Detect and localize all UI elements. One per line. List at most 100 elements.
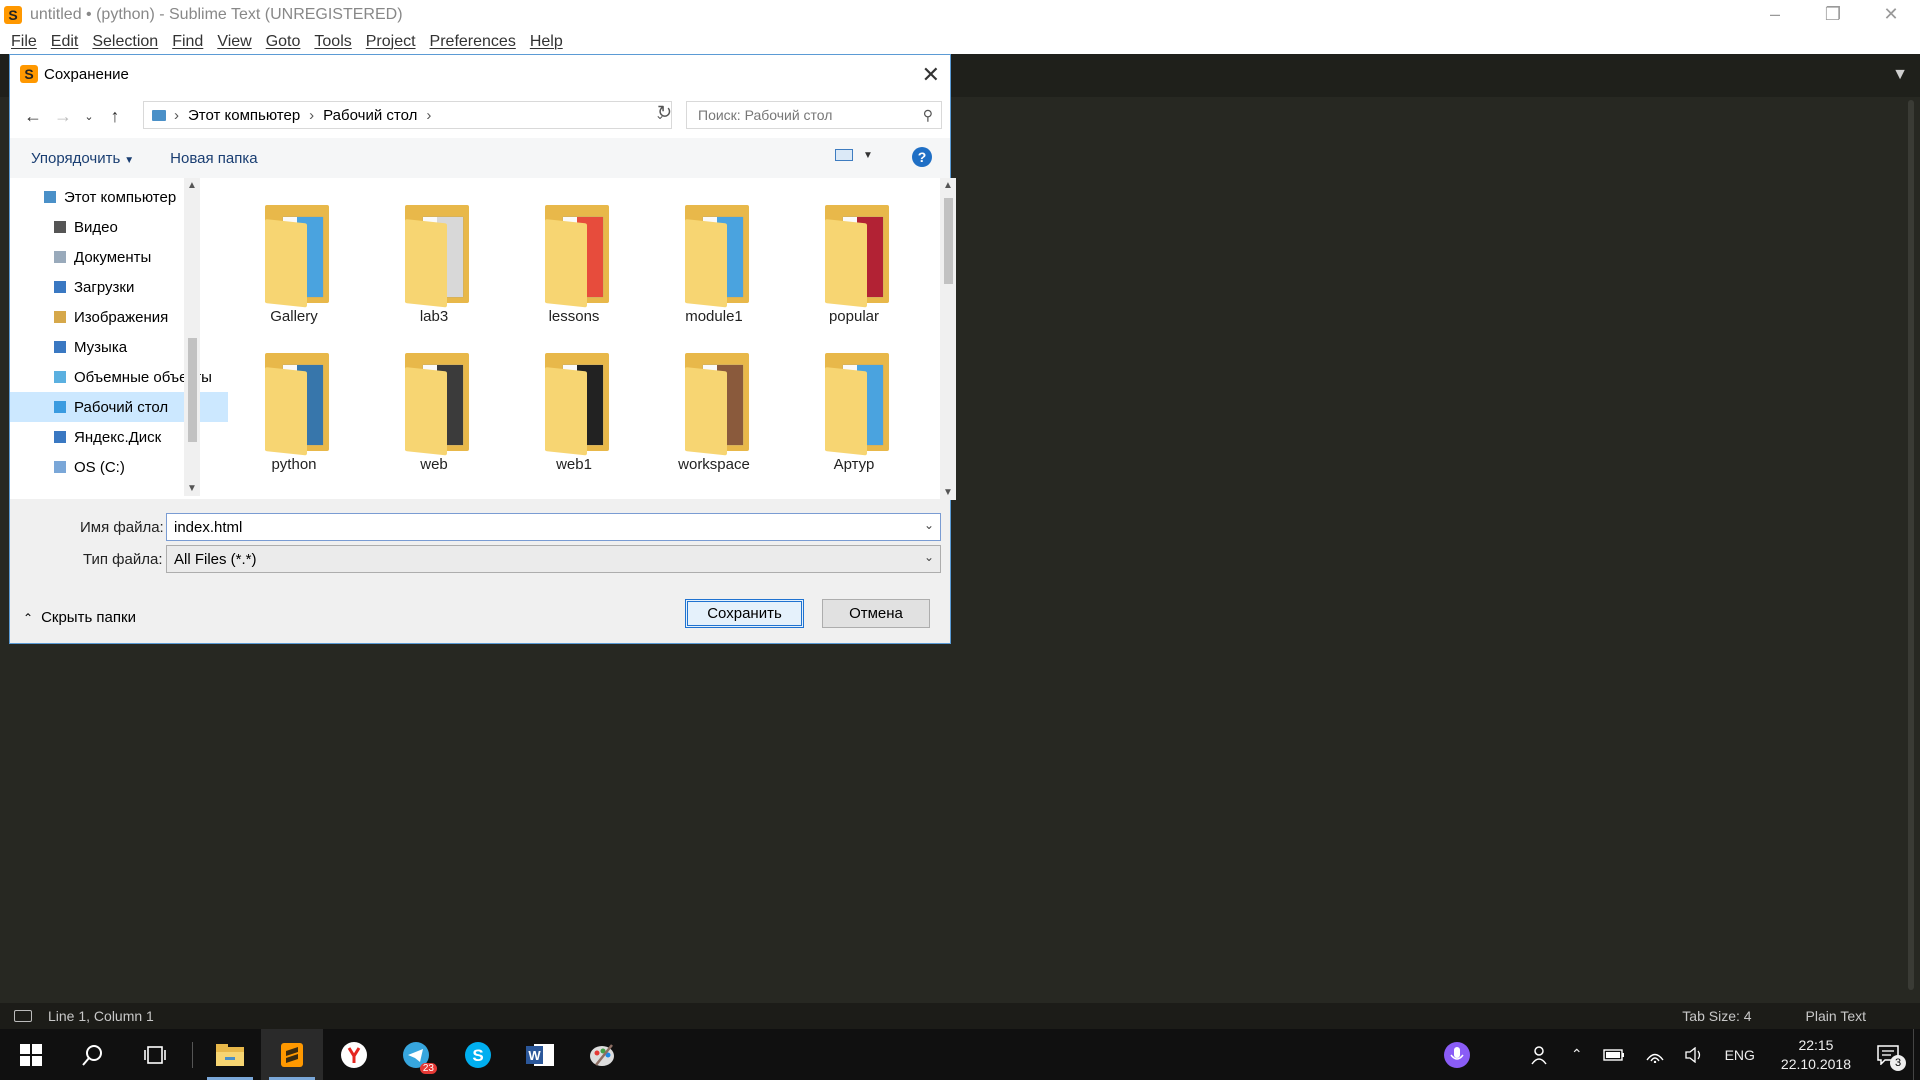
show-hidden-icons-button[interactable]: ⌃ <box>1571 1046 1583 1063</box>
folder-icon <box>405 353 469 456</box>
chevron-down-icon[interactable]: ⌄ <box>924 550 934 564</box>
save-button[interactable]: Сохранить <box>685 599 804 628</box>
breadcrumb-separator-icon[interactable]: › <box>309 107 314 124</box>
minimize-button[interactable]: – <box>1746 0 1804 29</box>
breadcrumb-desktop[interactable]: Рабочий стол <box>323 107 417 124</box>
cortana-mic-button[interactable] <box>1443 1041 1471 1069</box>
menu-edit[interactable]: Edit <box>51 33 79 51</box>
filetype-select[interactable]: All Files (*.*) ⌄ <box>166 545 941 573</box>
wifi-indicator[interactable] <box>1645 1047 1665 1063</box>
chevron-down-icon[interactable]: ⌄ <box>924 518 934 532</box>
sublime-text-button[interactable] <box>261 1029 323 1080</box>
address-bar[interactable]: › Этот компьютер › Рабочий стол › ⌄ <box>143 101 672 129</box>
skype-button[interactable]: S <box>447 1029 509 1080</box>
battery-indicator[interactable] <box>1602 1048 1625 1061</box>
folder-item[interactable]: lab3 <box>368 185 500 331</box>
nav-item-label: Видео <box>74 218 118 236</box>
folder-item[interactable]: lessons <box>508 185 640 331</box>
save-dialog: S Сохранение ✕ ← → ⌄ ↑ › Этот компьютер … <box>9 54 956 644</box>
editor-scrollbar[interactable] <box>1908 100 1914 990</box>
microphone-icon <box>1443 1041 1470 1068</box>
menu-file[interactable]: File <box>11 33 37 51</box>
recent-locations-chevron-icon[interactable]: ⌄ <box>78 110 100 123</box>
clock-date: 22.10.2018 <box>1780 1055 1851 1072</box>
folder-item[interactable]: workspace <box>648 333 780 479</box>
svg-text:W: W <box>528 1048 541 1063</box>
breadcrumb-separator-icon[interactable]: › <box>426 107 431 124</box>
back-arrow-icon[interactable]: ← <box>18 106 48 127</box>
word-button[interactable]: W <box>509 1029 571 1080</box>
scroll-up-icon[interactable]: ▲ <box>187 180 197 191</box>
search-input[interactable] <box>696 106 910 124</box>
folder-name: Gallery <box>270 308 318 325</box>
task-view-button[interactable] <box>124 1029 186 1080</box>
forward-arrow-icon[interactable]: → <box>48 106 78 127</box>
nav-scrollbar[interactable]: ▲ ▼ <box>184 178 200 496</box>
folder-item[interactable]: web1 <box>508 333 640 479</box>
folder-item[interactable]: Артур <box>788 333 920 479</box>
folder-name: web1 <box>556 456 592 473</box>
scroll-down-icon[interactable]: ▼ <box>187 483 197 494</box>
folder-item[interactable]: module1 <box>648 185 780 331</box>
volume-indicator[interactable] <box>1684 1046 1705 1063</box>
menu-view[interactable]: View <box>217 33 251 51</box>
menu-find[interactable]: Find <box>172 33 203 51</box>
taskbar-search-button[interactable] <box>62 1029 124 1080</box>
scroll-up-icon[interactable]: ▲ <box>943 180 953 191</box>
yandex-browser-button[interactable] <box>323 1029 385 1080</box>
search-icon[interactable]: ⚲ <box>923 107 933 124</box>
tab-size[interactable]: Tab Size: 4 <box>1682 1008 1751 1024</box>
nav-scroll-thumb[interactable] <box>188 338 197 442</box>
panel-toggle-icon[interactable] <box>14 1010 32 1022</box>
help-icon[interactable]: ? <box>912 147 932 167</box>
tab-list-dropdown-icon[interactable]: ▼ <box>1892 66 1908 84</box>
file-explorer-button[interactable] <box>199 1029 261 1080</box>
folder-item[interactable]: web <box>368 333 500 479</box>
window-controls: – ❐ ✕ <box>1746 0 1920 29</box>
folder-item[interactable]: Gallery <box>228 185 360 331</box>
cancel-button[interactable]: Отмена <box>822 599 930 628</box>
action-center-button[interactable]: 3 <box>1877 1044 1906 1071</box>
folder-icon <box>545 205 609 308</box>
start-button[interactable] <box>0 1029 62 1080</box>
folder-item[interactable]: popular <box>788 185 920 331</box>
clock[interactable]: 22:15 22.10.2018 <box>1781 1036 1851 1074</box>
dialog-close-icon[interactable]: ✕ <box>922 62 940 88</box>
files-scrollbar[interactable]: ▲ ▼ <box>940 178 956 500</box>
breadcrumb-this-pc[interactable]: Этот компьютер <box>188 107 300 124</box>
task-view-icon <box>144 1045 166 1064</box>
filename-field[interactable]: index.html ⌄ <box>166 513 941 541</box>
menu-selection[interactable]: Selection <box>92 33 158 51</box>
sublime-logo-icon: S <box>4 5 22 24</box>
desktop-location-icon <box>152 109 166 121</box>
search-box[interactable]: ⚲ <box>686 101 942 129</box>
files-scroll-thumb[interactable] <box>944 198 953 284</box>
hide-folders-toggle[interactable]: ⌃ Скрыть папки <box>23 609 136 626</box>
organize-button[interactable]: Упорядочить ▼ <box>31 150 134 167</box>
close-window-button[interactable]: ✕ <box>1862 0 1920 29</box>
input-language[interactable]: ENG <box>1725 1047 1755 1063</box>
change-view-button[interactable]: ▼ <box>835 149 873 161</box>
yandex-disk-icon <box>54 431 66 443</box>
filename-value[interactable]: index.html <box>174 519 242 536</box>
paint-button[interactable] <box>571 1029 633 1080</box>
breadcrumb-separator-icon[interactable]: › <box>174 107 179 124</box>
menu-preferences[interactable]: Preferences <box>430 33 516 51</box>
refresh-icon[interactable]: ↻ <box>657 102 672 123</box>
menu-goto[interactable]: Goto <box>266 33 301 51</box>
restore-button[interactable]: ❐ <box>1804 0 1862 29</box>
people-button[interactable] <box>1531 1045 1551 1065</box>
new-folder-button[interactable]: Новая папка <box>170 150 257 167</box>
show-desktop-button[interactable] <box>1913 1029 1920 1080</box>
status-bar: Line 1, Column 1 Tab Size: 4 Plain Text <box>0 1003 1920 1029</box>
scroll-down-icon[interactable]: ▼ <box>943 487 953 498</box>
up-arrow-icon[interactable]: ↑ <box>100 106 130 127</box>
syntax-mode[interactable]: Plain Text <box>1806 1008 1866 1024</box>
menu-help[interactable]: Help <box>530 33 563 51</box>
folder-item[interactable]: python <box>228 333 360 479</box>
telegram-button[interactable]: 23 <box>385 1029 447 1080</box>
folder-icon <box>545 353 609 456</box>
menu-project[interactable]: Project <box>366 33 416 51</box>
folder-icon <box>265 205 329 308</box>
menu-tools[interactable]: Tools <box>314 33 351 51</box>
